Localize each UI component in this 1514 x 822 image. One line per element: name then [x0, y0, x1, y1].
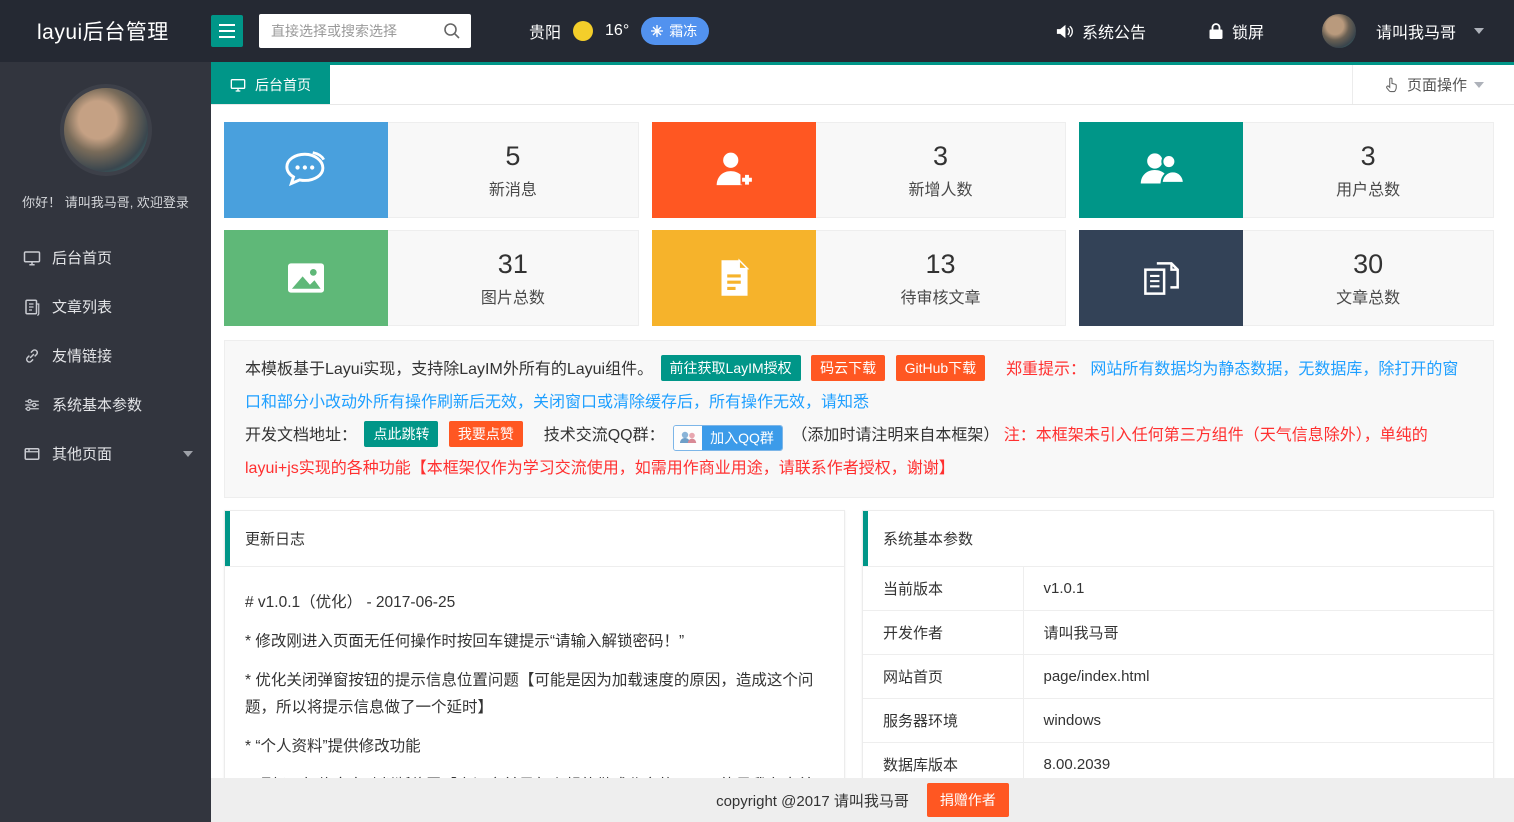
qq-note: （添加时请注明来自本框架）	[791, 427, 999, 444]
tab-home[interactable]: 后台首页	[211, 65, 330, 104]
user-avatar-small	[1322, 14, 1356, 48]
stat-card-total-users[interactable]: 3 用户总数	[1079, 122, 1494, 218]
changelog-panel: 更新日志 # v1.0.1（优化） - 2017-06-25 * 修改刚进入页面…	[224, 510, 845, 822]
notice-panel: 本模板基于Layui实现，支持除LayIM外所有的Layui组件。 前往获取La…	[224, 340, 1494, 498]
table-row: 网站首页 page/index.html	[863, 655, 1493, 699]
system-params-panel: 系统基本参数 当前版本 v1.0.1 开发作者 请叫我马哥 网站首页	[862, 510, 1494, 822]
sidebar: 你好！ 请叫我马哥, 欢迎登录 后台首页 文章列表 友情链接 系统基本参数 其他…	[0, 62, 211, 822]
stat-label: 图片总数	[481, 284, 545, 308]
stat-label: 新消息	[489, 176, 537, 200]
users-icon	[1079, 122, 1243, 218]
notice-warning-label: 郑重提示：	[1006, 361, 1086, 378]
search-input[interactable]	[259, 14, 471, 48]
stat-value: 3	[1361, 141, 1376, 172]
stat-value: 3	[933, 141, 948, 172]
system-announcement-button[interactable]: 系统公告	[1055, 19, 1146, 43]
sun-icon	[573, 21, 593, 41]
stat-label: 用户总数	[1336, 176, 1400, 200]
doc-jump-button[interactable]: 点此跳转	[364, 421, 438, 447]
speaker-icon	[1055, 22, 1074, 41]
image-icon	[224, 230, 388, 326]
donate-button[interactable]: 捐赠作者	[927, 783, 1009, 817]
github-download-button[interactable]: GitHub下载	[896, 355, 986, 381]
bottom-panels: 更新日志 # v1.0.1（优化） - 2017-06-25 * 修改刚进入页面…	[224, 510, 1494, 822]
sidebar-item-home[interactable]: 后台首页	[0, 233, 211, 282]
stat-cards: 5 新消息 3 新增人数 3 用户总数	[224, 122, 1494, 326]
sidebar-item-links[interactable]: 友情链接	[0, 331, 211, 380]
stat-card-pending-articles[interactable]: 13 待审核文章	[652, 230, 1067, 326]
system-params-title: 系统基本参数	[863, 511, 1493, 567]
snowflake-icon	[650, 24, 664, 38]
changelog-line: # v1.0.1（优化） - 2017-06-25	[245, 589, 824, 616]
link-icon	[23, 347, 41, 365]
join-qq-group-button[interactable]: 加入QQ群	[673, 425, 783, 451]
notice-intro: 本模板基于Layui实现，支持除LayIM外所有的Layui组件。	[245, 361, 653, 378]
sidebar-greeting: 你好！ 请叫我马哥, 欢迎登录	[0, 192, 211, 211]
main-area: 后台首页 页面操作 5 新消息	[211, 62, 1514, 822]
like-button[interactable]: 我要点赞	[449, 421, 523, 447]
header-search	[259, 14, 471, 48]
tab-bar: 后台首页 页面操作	[211, 62, 1514, 105]
gitee-download-button[interactable]: 码云下载	[811, 355, 885, 381]
sidebar-item-other-pages[interactable]: 其他页面	[0, 429, 211, 478]
stat-label: 新增人数	[908, 176, 972, 200]
stat-label: 待审核文章	[900, 284, 980, 308]
changelog-line: * “个人资料”提供修改功能	[245, 733, 824, 760]
chevron-down-icon	[1474, 82, 1484, 88]
article-icon	[23, 298, 41, 316]
stat-value: 31	[498, 249, 528, 280]
app-logo: layui后台管理	[0, 16, 211, 46]
pages-icon	[23, 445, 41, 463]
stat-value: 5	[505, 141, 520, 172]
menu-toggle-button[interactable]	[211, 15, 243, 47]
footer: copyright @2017 请叫我马哥 捐赠作者	[211, 778, 1514, 822]
page-actions-dropdown[interactable]: 页面操作	[1352, 65, 1514, 104]
sidebar-item-system-params[interactable]: 系统基本参数	[0, 380, 211, 429]
monitor-icon	[230, 77, 246, 93]
documents-icon	[1079, 230, 1243, 326]
weather-city: 贵阳	[529, 19, 561, 43]
changelog-line: * 修改刚进入页面无任何操作时按回车键提示“请输入解锁密码！”	[245, 628, 824, 655]
weather-temp: 16°	[605, 22, 629, 40]
lock-screen-button[interactable]: 锁屏	[1208, 19, 1264, 43]
qq-avatars-icon	[674, 426, 702, 450]
lock-icon	[1208, 22, 1224, 40]
stat-card-total-articles[interactable]: 30 文章总数	[1079, 230, 1494, 326]
stat-value: 30	[1353, 249, 1383, 280]
stat-card-new-messages[interactable]: 5 新消息	[224, 122, 639, 218]
dashboard-content: 5 新消息 3 新增人数 3 用户总数	[211, 105, 1514, 822]
table-row: 服务器环境 windows	[863, 699, 1493, 743]
weather-condition-badge: 霜冻	[641, 17, 709, 45]
sidebar-item-articles[interactable]: 文章列表	[0, 282, 211, 331]
sidebar-menu: 后台首页 文章列表 友情链接 系统基本参数 其他页面	[0, 233, 211, 478]
chevron-down-icon	[1474, 28, 1484, 34]
chat-icon	[224, 122, 388, 218]
stat-label: 文章总数	[1336, 284, 1400, 308]
weather-widget: 贵阳 16° 霜冻	[529, 17, 709, 45]
chevron-down-icon	[183, 451, 193, 457]
changelog-line: * 优化关闭弹窗按钮的提示信息位置问题【可能是因为加载速度的原因，造成这个问题，…	[245, 667, 824, 721]
top-header: layui后台管理 贵阳 16° 霜冻 系统公告 锁屏 请叫我马哥	[0, 0, 1514, 62]
layim-auth-button[interactable]: 前往获取LayIM授权	[661, 355, 801, 381]
user-avatar-large[interactable]	[60, 84, 152, 176]
stat-card-total-images[interactable]: 31 图片总数	[224, 230, 639, 326]
stat-card-new-users[interactable]: 3 新增人数	[652, 122, 1067, 218]
hamburger-icon	[219, 24, 235, 26]
doc-address-label: 开发文档地址：	[245, 427, 357, 444]
changelog-title: 更新日志	[225, 511, 844, 567]
monitor-icon	[23, 249, 41, 267]
user-menu[interactable]: 请叫我马哥	[1322, 14, 1484, 48]
settings-icon	[23, 396, 41, 414]
username: 请叫我马哥	[1376, 19, 1456, 43]
stat-value: 13	[925, 249, 955, 280]
document-icon	[652, 230, 816, 326]
search-icon[interactable]	[442, 21, 462, 46]
user-add-icon	[652, 122, 816, 218]
table-row: 当前版本 v1.0.1	[863, 567, 1493, 611]
qq-group-label: 技术交流QQ群：	[544, 427, 665, 444]
hand-pointer-icon	[1383, 76, 1400, 93]
table-row: 开发作者 请叫我马哥	[863, 611, 1493, 655]
copyright-text: copyright @2017 请叫我马哥	[716, 790, 909, 811]
header-right: 系统公告 锁屏 请叫我马哥	[1055, 14, 1514, 48]
